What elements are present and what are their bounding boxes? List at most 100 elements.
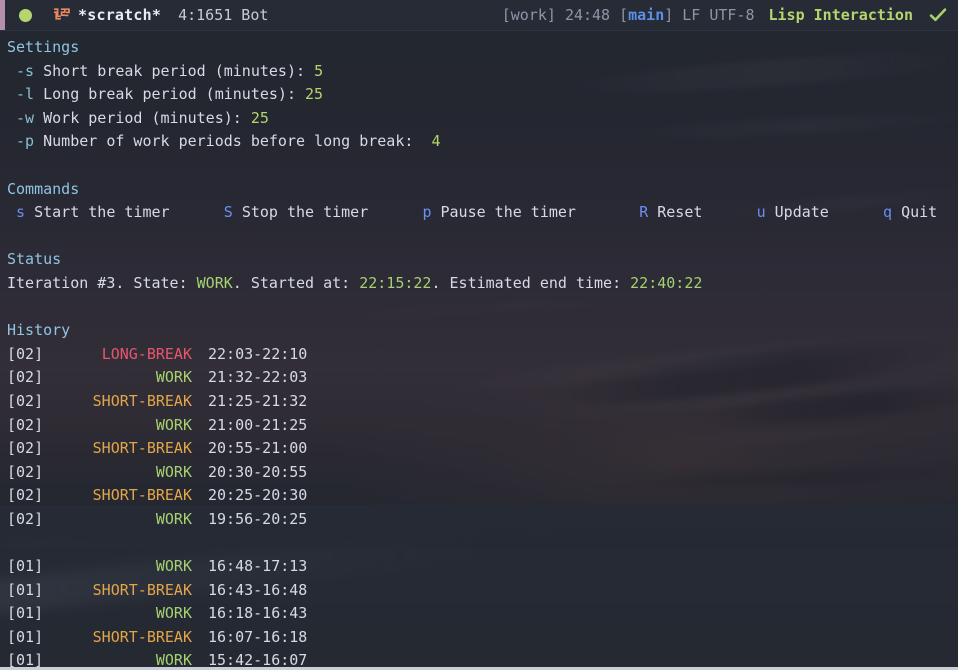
buffer-name[interactable]: *scratch*: [78, 7, 161, 23]
history-row: [01] SHORT-BREAK 16:07-16:18: [0, 626, 958, 650]
history-row: [01] WORK 16:18-16:43: [0, 602, 958, 626]
setting-flag: -l: [16, 85, 35, 104]
header-line: *scratch* 4:1651 Bot [work] 24:48 [main]…: [0, 0, 958, 31]
history-time-range: 15:42-16:07: [208, 651, 308, 668]
command-label: Quit: [901, 203, 938, 222]
vc-branch-indicator[interactable]: [main]: [619, 5, 674, 24]
history-state: SHORT-BREAK: [92, 391, 192, 410]
command-key: S: [223, 203, 233, 222]
history-time-range: 19:56-20:25: [208, 509, 308, 528]
history-state: SHORT-BREAK: [92, 580, 192, 599]
history-row: [02] LONG-BREAK 22:03-22:10: [0, 343, 958, 367]
history-row: [02] SHORT-BREAK 21:25-21:32: [0, 390, 958, 414]
history-time-range: 20:55-21:00: [208, 439, 308, 458]
setting-label: Short break period (minutes):: [43, 61, 306, 80]
history-time-range: 22:03-22:10: [208, 344, 308, 363]
command-gap: [829, 201, 874, 225]
history-iteration: [02]: [7, 462, 44, 481]
command-key: u: [756, 203, 766, 222]
command-item[interactable]: s Start the timer: [7, 203, 170, 221]
command-item[interactable]: u Update: [748, 203, 829, 221]
command-item[interactable]: R Reset: [630, 203, 702, 221]
history-time-range: 16:07-16:18: [208, 627, 308, 646]
status-started-at: 22:15:22: [359, 273, 432, 292]
commands-heading: Commands: [7, 179, 80, 198]
history-row: [01] WORK 15:42-16:07: [0, 649, 958, 668]
command-item[interactable]: p Pause the timer: [413, 203, 576, 221]
history-state: WORK: [155, 462, 192, 481]
history-row: [02] SHORT-BREAK 20:25-20:30: [0, 484, 958, 508]
history-iteration: [02]: [7, 344, 44, 363]
history-state: WORK: [155, 651, 192, 668]
status-heading: Status: [7, 250, 62, 269]
history-iteration: [02]: [7, 391, 44, 410]
history-time-range: 21:25-21:32: [208, 391, 308, 410]
status-mid: . Started at:: [232, 273, 360, 292]
settings-heading: Settings: [7, 38, 80, 56]
history-time-range: 21:32-22:03: [208, 368, 308, 387]
history-state: WORK: [155, 368, 192, 387]
history-heading: History: [7, 321, 71, 340]
history-state: SHORT-BREAK: [92, 486, 192, 505]
line-ending-indicator[interactable]: LF: [682, 7, 700, 23]
history-iteration: [01]: [7, 604, 44, 623]
lsp-icon[interactable]: [52, 7, 71, 23]
buffer-content: Settings -s Short break period (minutes)…: [0, 31, 958, 668]
branch-close-bracket: ]: [664, 5, 674, 24]
setting-row: -l Long break period (minutes): 25: [0, 83, 958, 107]
settings-list: -s Short break period (minutes): 5 -l Lo…: [0, 60, 958, 154]
history-time-range: 20:25-20:30: [208, 486, 308, 505]
history-state: WORK: [155, 509, 192, 528]
history-list: [02] LONG-BREAK 22:03-22:10 [02] WORK 21:32-2…: [0, 343, 958, 668]
history-iteration: [02]: [7, 486, 44, 505]
command-key: R: [639, 203, 649, 222]
status-prefix: Iteration #3. State:: [7, 273, 197, 292]
history-iteration: [02]: [7, 415, 44, 434]
history-row: [01] WORK 16:48-17:13: [0, 555, 958, 579]
setting-value: 4: [431, 132, 441, 151]
history-row: [02] SHORT-BREAK 20:55-21:00: [0, 437, 958, 461]
history-row: [02] WORK 21:00-21:25: [0, 414, 958, 438]
setting-row: -p Number of work periods before long br…: [0, 130, 958, 154]
buffer-status-dot-icon[interactable]: [19, 8, 32, 22]
command-label: Stop the timer: [241, 203, 369, 222]
branch-name: main: [628, 5, 665, 24]
workspace-indicator[interactable]: [work]: [502, 7, 556, 23]
setting-flag: -s: [16, 61, 35, 80]
command-label: Update: [774, 203, 829, 222]
setting-row: -s Short break period (minutes): 5: [0, 60, 958, 84]
major-mode-indicator[interactable]: Lisp Interaction: [769, 7, 914, 23]
cursor-position-indicator: 4:1651 Bot: [178, 5, 269, 24]
history-row: [01] SHORT-BREAK 16:43-16:48: [0, 579, 958, 603]
history-state: WORK: [155, 557, 192, 576]
command-item[interactable]: q Quit: [874, 203, 937, 221]
command-item[interactable]: S Stop the timer: [215, 203, 369, 221]
command-label: Start the timer: [34, 203, 170, 222]
elapsed-time: 24:48: [564, 5, 611, 24]
setting-flag: -w: [16, 108, 35, 127]
history-state: SHORT-BREAK: [92, 627, 192, 646]
history-iteration: [02]: [7, 509, 44, 528]
history-time-range: 20:30-20:55: [208, 462, 308, 481]
history-state: SHORT-BREAK: [92, 439, 192, 458]
status-estimated-end: 22:40:22: [630, 273, 703, 292]
command-gap: [170, 201, 215, 225]
history-time-range: 16:18-16:43: [208, 604, 308, 623]
check-icon[interactable]: [928, 7, 948, 23]
command-key: p: [422, 203, 432, 222]
emacs-frame: *scratch* 4:1651 Bot [work] 24:48 [main]…: [0, 0, 958, 670]
command-label: Pause the timer: [440, 203, 576, 222]
history-row: [02] WORK 21:32-22:03: [0, 366, 958, 390]
history-iteration: [01]: [7, 651, 44, 668]
accent-bar: [0, 0, 5, 30]
encoding-indicator[interactable]: UTF-8: [709, 7, 754, 23]
history-state: LONG-BREAK: [101, 344, 192, 363]
setting-flag: -p: [16, 132, 35, 151]
status-state: WORK: [196, 273, 233, 292]
setting-label: Work period (minutes):: [43, 108, 242, 127]
history-row: [02] WORK 20:30-20:55: [0, 461, 958, 485]
